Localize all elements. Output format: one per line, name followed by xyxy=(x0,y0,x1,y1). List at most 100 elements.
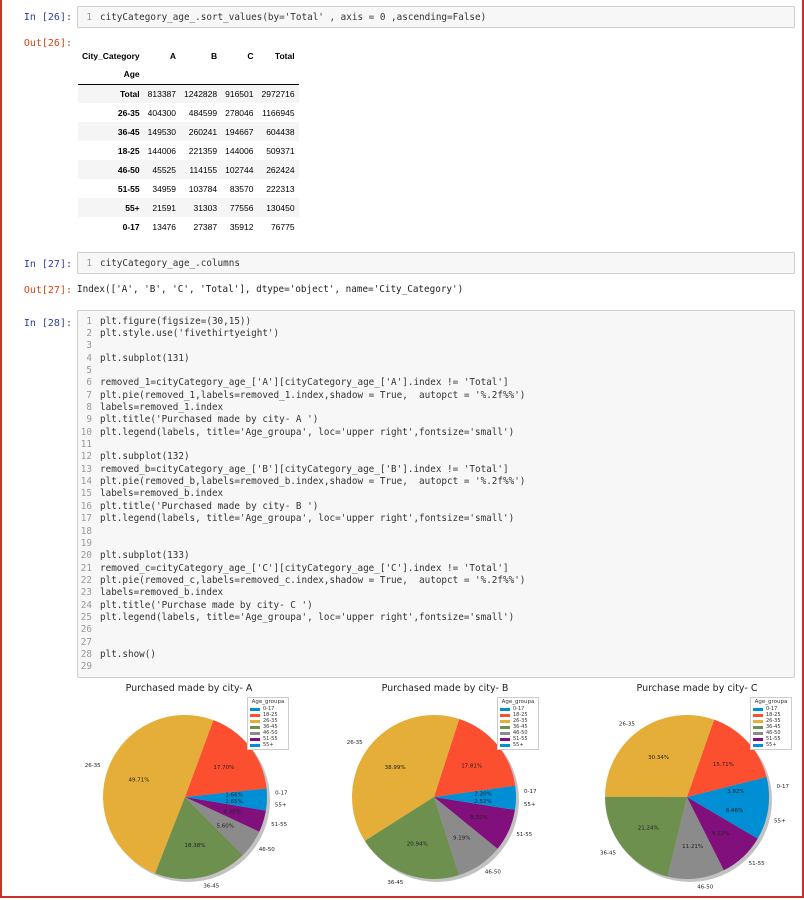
table-row: 18-25 144006 221359 144006 509371 xyxy=(78,141,299,160)
legend-item: 55+ xyxy=(500,742,536,748)
code-line[interactable]: 2 plt.style.use('fivethirtyeight') xyxy=(78,327,794,339)
pie-pct-label: 3.92% xyxy=(727,789,744,795)
pie-pct-label: 8.35% xyxy=(470,815,487,821)
code-line[interactable]: 19 xyxy=(78,537,794,549)
line-number: 7 xyxy=(86,389,92,401)
code-cell-26[interactable]: 1 cityCategory_age_.sort_values(by='Total… xyxy=(77,6,795,29)
code-line[interactable]: 7 plt.pie(removed_1,labels=removed_1.inde… xyxy=(78,389,794,401)
code-line[interactable]: 23 labels=removed_b.index xyxy=(78,587,794,599)
legend-title: Age_groupa xyxy=(251,699,285,705)
code-line[interactable]: 14 plt.pie(removed_b,labels=removed_b.ind… xyxy=(78,475,794,487)
legend-swatch xyxy=(250,707,260,711)
legend-swatch xyxy=(753,713,763,717)
line-number: 23 xyxy=(80,587,92,599)
code-text: removed_c=cityCategory_age_['C'][cityCat… xyxy=(100,562,509,574)
code-line[interactable]: 26 xyxy=(78,624,794,636)
pie-pct-label: 9.12% xyxy=(712,831,729,837)
pie-category-label: 0-17 xyxy=(524,789,537,795)
code-line[interactable]: 10 plt.legend(labels, title='Age_groupa',… xyxy=(78,426,794,438)
code-line[interactable]: 18 xyxy=(78,525,794,537)
code-line[interactable]: 3 xyxy=(78,340,794,352)
code-line[interactable]: 24 plt.title('Purchase made by city- C ') xyxy=(78,599,794,611)
code-text: plt.pie(removed_c,labels=removed_c.index… xyxy=(100,574,526,586)
table-cell: 509371 xyxy=(266,145,295,156)
line-number: 19 xyxy=(80,537,92,549)
code-text: plt.pie(removed_1,labels=removed_1.index… xyxy=(100,389,526,401)
table-cell: 35912 xyxy=(229,221,254,232)
legend-c: Age_groupa 0-17 18-25 26-35 36-45 46-50 51-55 5… xyxy=(750,697,792,750)
pie-pct-label: 2.52% xyxy=(474,799,491,805)
table-cell: 83570 xyxy=(229,183,254,194)
table-cell: 76775 xyxy=(270,221,295,232)
code-line[interactable]: 27 xyxy=(78,636,794,648)
legend-swatch xyxy=(753,725,763,729)
code-line[interactable]: 15 labels=removed_b.index xyxy=(78,488,794,500)
code-line[interactable]: 4 plt.subplot(131) xyxy=(78,352,794,364)
code-line[interactable]: 17 plt.legend(labels, title='Age_groupa',… xyxy=(78,513,794,525)
legend-swatch xyxy=(753,719,763,723)
table-cell: 278046 xyxy=(225,107,254,118)
code-line[interactable]: 6 removed_1=cityCategory_age_['A'][cityCa… xyxy=(78,377,794,389)
legend-item: 55+ xyxy=(250,742,286,748)
pie-category-label: 55+ xyxy=(524,802,536,808)
code-line[interactable]: 28 plt.show() xyxy=(78,648,794,660)
code-line[interactable]: 1 cityCategory_age_.columns xyxy=(78,257,794,269)
code-line[interactable]: 16 plt.title('Purchased made by city- B '… xyxy=(78,500,794,512)
table-cell: 114155 xyxy=(189,164,218,175)
dataframe-output: City_Category A B C Total Age Total 81338… xyxy=(78,46,299,236)
code-line[interactable]: 13 removed_b=cityCategory_age_['B'][cityC… xyxy=(78,463,794,475)
code-line[interactable]: 12 plt.subplot(132) xyxy=(78,451,794,463)
columns-output: Index(['A', 'B', 'C', 'Total'], dtype='o… xyxy=(77,284,464,295)
code-cell-28[interactable]: 1 plt.figure(figsize=(30,15)) 2 plt.style.u… xyxy=(77,310,795,678)
line-number: 29 xyxy=(80,661,92,673)
table-row: 0-17 13476 27387 35912 76775 xyxy=(78,217,299,236)
code-line[interactable]: 25 plt.legend(labels, title='Age_groupa',… xyxy=(78,611,794,623)
table-cell: 916501 xyxy=(225,88,254,99)
legend-title: Age_groupa xyxy=(754,699,788,705)
code-line[interactable]: 11 xyxy=(78,438,794,450)
code-line[interactable]: 22 plt.pie(removed_c,labels=removed_c.ind… xyxy=(78,574,794,586)
code-cell-27[interactable]: 1 cityCategory_age_.columns xyxy=(77,252,795,275)
code-line[interactable]: 29 xyxy=(78,661,794,673)
input-prompt-26: In [26]: xyxy=(23,12,72,23)
code-text: removed_b=cityCategory_age_['B'][cityCat… xyxy=(100,463,509,475)
line-number: 15 xyxy=(80,488,92,500)
code-line[interactable]: 8 labels=removed_1.index xyxy=(78,401,794,413)
pie-category-label: 36-45 xyxy=(387,880,403,886)
line-number: 8 xyxy=(86,402,92,414)
code-line[interactable]: 5 xyxy=(78,364,794,376)
line-number: 6 xyxy=(86,377,92,389)
legend-swatch xyxy=(500,713,510,717)
table-cell: 45525 xyxy=(152,164,177,175)
code-text: labels=removed_1.index xyxy=(100,402,224,414)
legend-swatch xyxy=(250,713,260,717)
code-line[interactable]: 9 plt.title('Purchased made by city- A ') xyxy=(78,414,794,426)
table-cell: 260241 xyxy=(188,126,218,137)
code-line[interactable]: 1 cityCategory_age_.sort_values(by='Total… xyxy=(78,11,794,23)
pie-pct-label: 21.24% xyxy=(638,825,659,831)
row-label: 36-45 xyxy=(117,126,140,137)
pie-pct-label: 2.20% xyxy=(474,792,491,798)
line-number: 21 xyxy=(80,562,92,574)
table-row: 55+ 21591 31303 77556 130450 xyxy=(78,198,299,217)
table-cell: 144006 xyxy=(147,145,177,156)
legend-swatch xyxy=(250,731,260,735)
table-cell: 2972716 xyxy=(261,88,295,99)
table-cell: 27387 xyxy=(193,221,218,232)
pie-pct-label: 9.19% xyxy=(453,836,470,842)
line-number: 9 xyxy=(86,414,92,426)
legend-title: Age_groupa xyxy=(501,699,535,705)
code-line[interactable]: 21 removed_c=cityCategory_age_['C'][cityC… xyxy=(78,562,794,574)
legend-swatch xyxy=(753,737,763,741)
code-line[interactable]: 20 plt.subplot(133) xyxy=(78,550,794,562)
line-number: 24 xyxy=(80,599,92,611)
legend-swatch xyxy=(250,725,260,729)
pie-category-label: 0-17 xyxy=(777,784,790,790)
code-text: plt.figure(figsize=(30,15)) xyxy=(100,315,252,327)
pie-category-label: 26-35 xyxy=(619,721,635,727)
line-number: 20 xyxy=(80,550,92,562)
table-cell: 102744 xyxy=(225,164,254,175)
output-prompt-27: Out[27]: xyxy=(23,285,72,296)
code-line[interactable]: 1 plt.figure(figsize=(30,15)) xyxy=(78,315,794,327)
input-prompt-28: In [28]: xyxy=(23,318,72,329)
